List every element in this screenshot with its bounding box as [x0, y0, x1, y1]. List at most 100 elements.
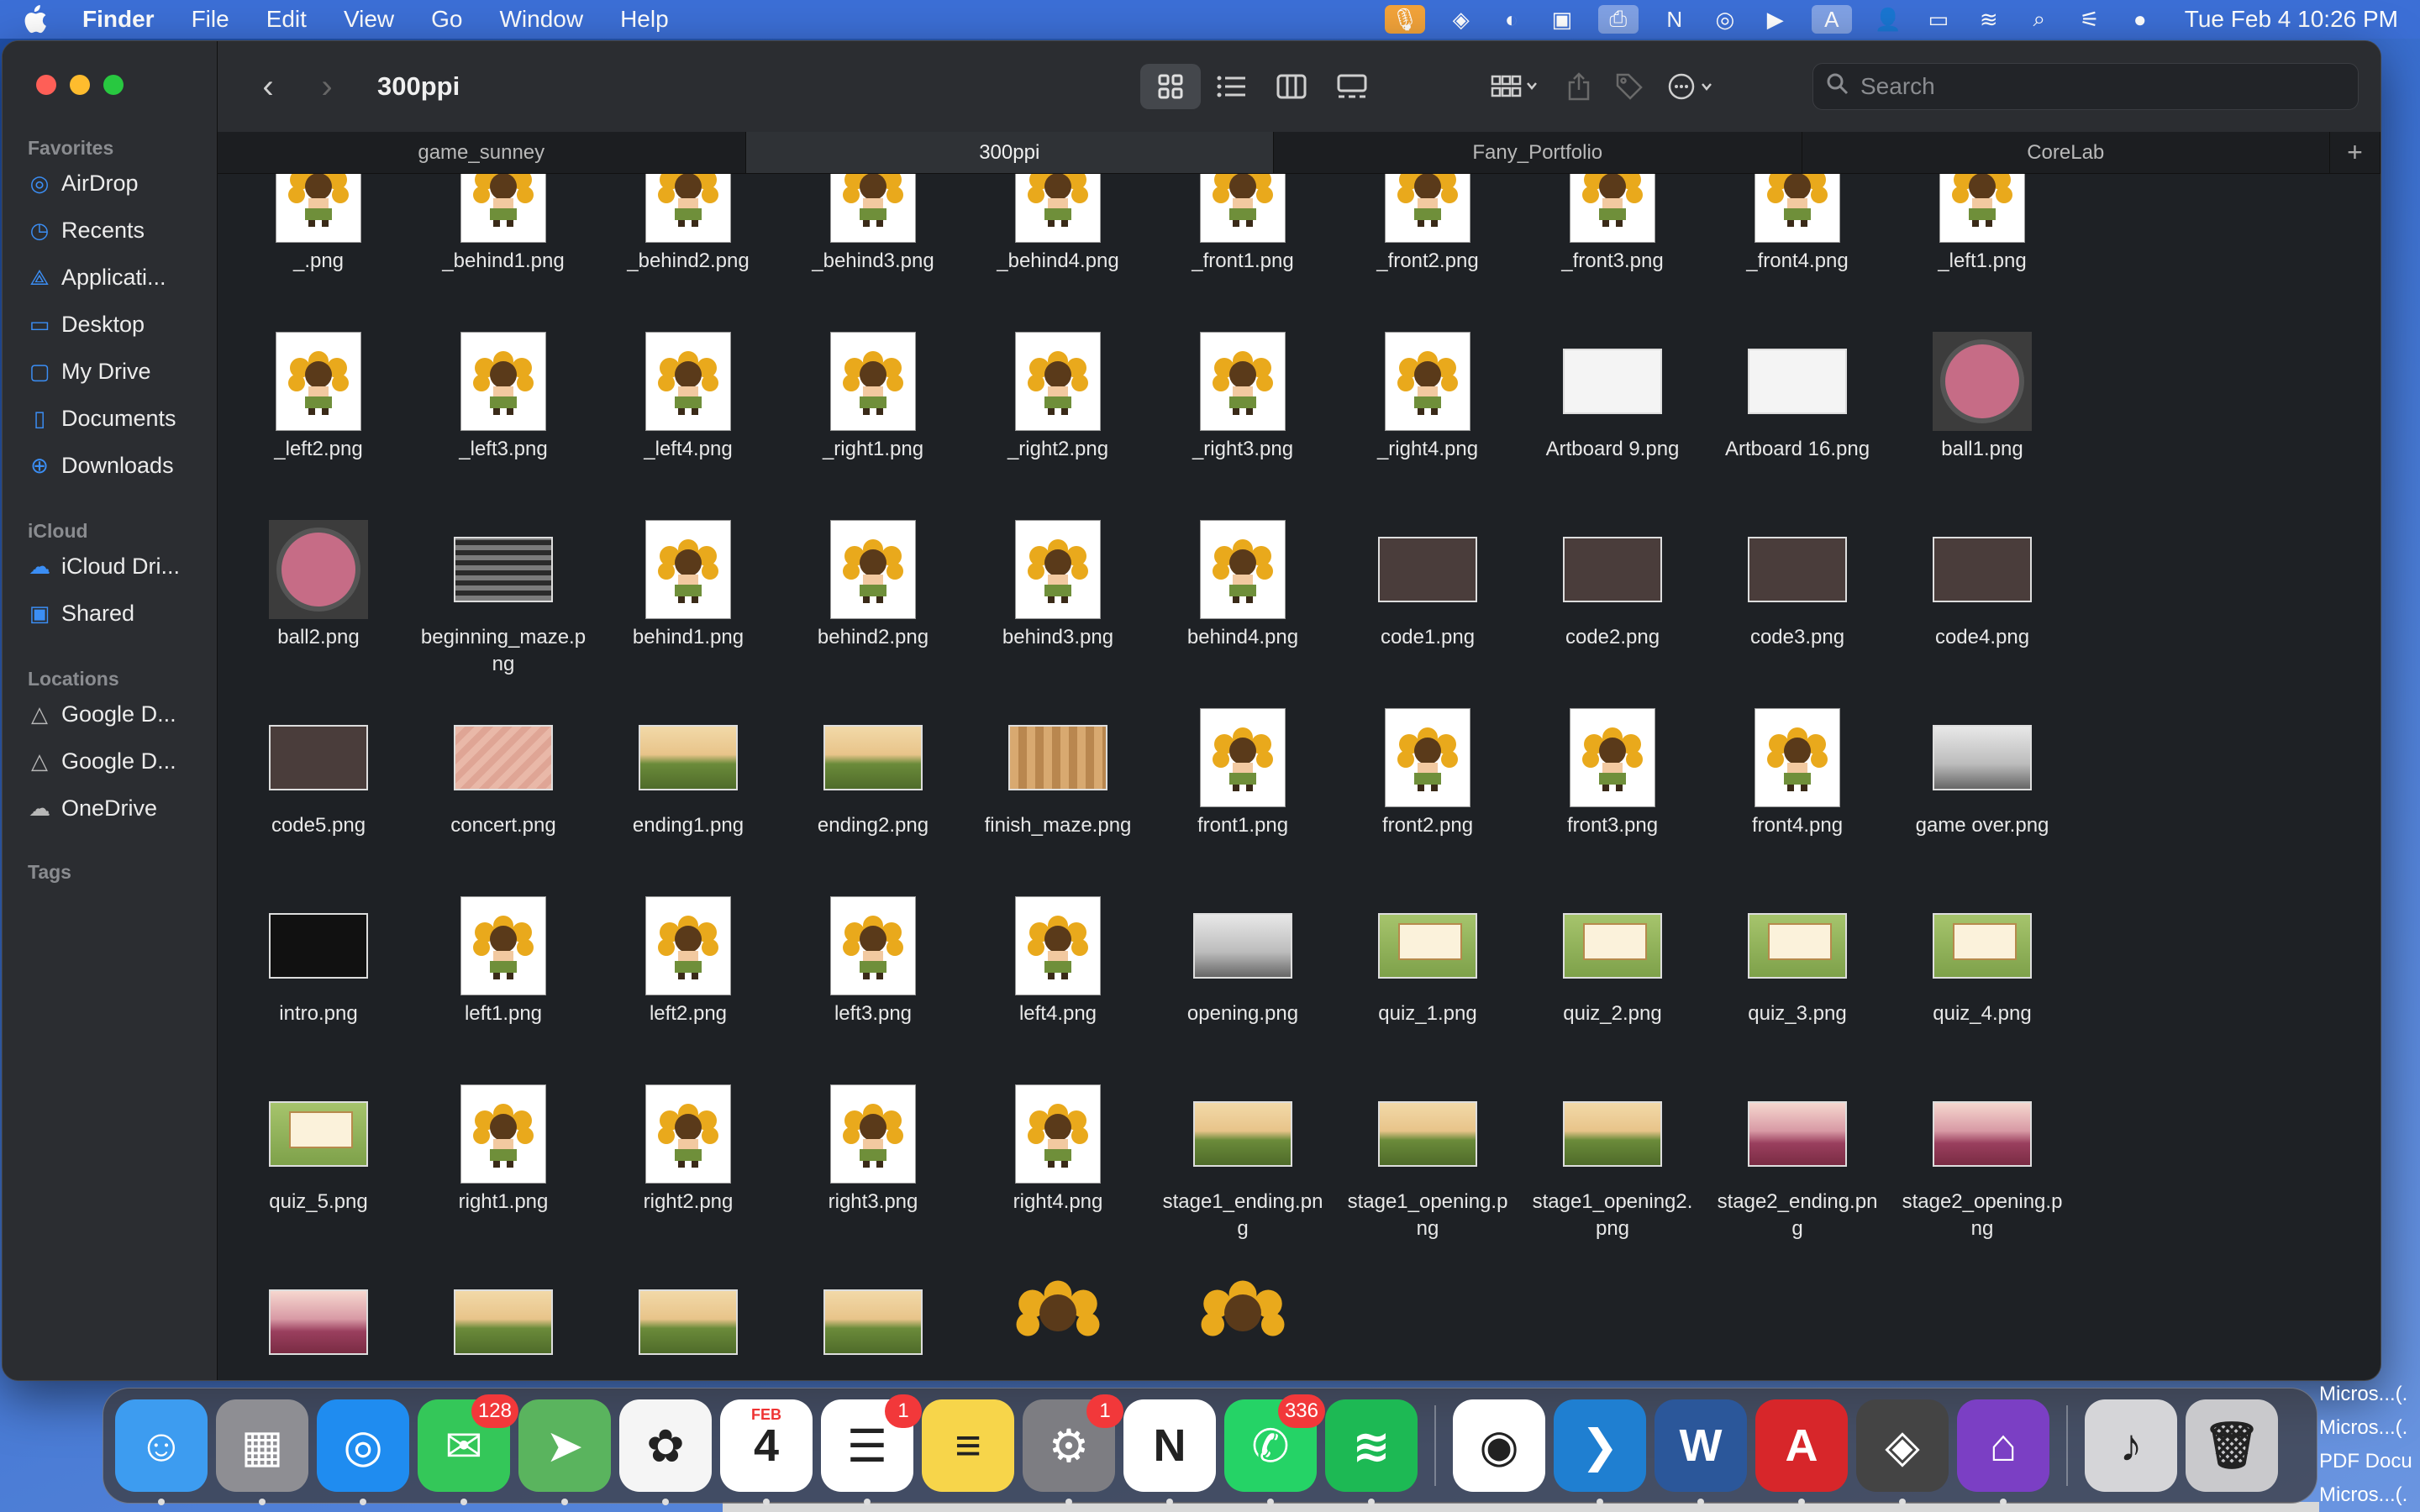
notion-status-icon[interactable]: N	[1660, 5, 1689, 34]
play-icon[interactable]: ▶	[1761, 5, 1790, 34]
file-item[interactable]: code5.png	[234, 703, 402, 891]
file-item[interactable]: _.png	[234, 174, 402, 327]
sidebar-item-icloud-drive[interactable]: ☁ iCloud Dri...	[28, 554, 213, 580]
sidebar-item-downloads[interactable]: ⊕ Downloads	[28, 453, 213, 479]
file-item[interactable]: quiz_5.png	[234, 1079, 402, 1268]
file-item[interactable]: stage1_ending.png	[1159, 1079, 1327, 1268]
file-item[interactable]: right3.png	[789, 1079, 957, 1268]
battery-icon[interactable]: ▭	[1924, 5, 1953, 34]
file-item[interactable]: beginning_maze.png	[419, 515, 587, 703]
file-item[interactable]	[419, 1268, 587, 1380]
file-item[interactable]: left1.png	[419, 891, 587, 1079]
photos-app[interactable]: ✿	[619, 1399, 712, 1505]
sidebar-item-google-drive-1[interactable]: △ Google D...	[28, 701, 213, 727]
sidebar-item-my-drive[interactable]: ▢ My Drive	[28, 359, 213, 385]
file-item[interactable]: _front4.png	[1713, 174, 1881, 327]
whatsapp-app[interactable]: ✆ 336	[1224, 1394, 1325, 1505]
file-item[interactable]: _left3.png	[419, 327, 587, 515]
acrobat-app[interactable]: A	[1755, 1399, 1848, 1505]
tab-300ppi[interactable]: 300ppi	[745, 132, 1274, 173]
messages-app[interactable]: ✉ 128	[418, 1394, 518, 1505]
unity-app[interactable]: ◈	[1856, 1399, 1949, 1505]
tab-fany-portfolio[interactable]: Fany_Portfolio	[1274, 132, 1802, 173]
trash[interactable]: 🗑	[2186, 1399, 2278, 1492]
menu-help[interactable]: Help	[620, 6, 669, 33]
reminders-app[interactable]: ☰ 1	[821, 1394, 922, 1505]
file-item[interactable]: quiz_2.png	[1528, 891, 1697, 1079]
menubar-clock[interactable]: Tue Feb 4 10:26 PM	[2185, 6, 2398, 33]
file-item[interactable]	[1159, 1268, 1327, 1380]
file-item[interactable]: right1.png	[419, 1079, 587, 1268]
file-item[interactable]: behind1.png	[604, 515, 772, 703]
calendar-app[interactable]: 4 FEB	[720, 1399, 813, 1505]
input-source-icon[interactable]: A	[1811, 5, 1852, 34]
launchpad-app[interactable]: ▦	[216, 1399, 308, 1505]
spotlight-search-icon[interactable]: ⌕	[2025, 5, 2054, 34]
file-item[interactable]: Artboard 16.png	[1713, 327, 1881, 515]
word-app[interactable]: W	[1655, 1399, 1747, 1505]
file-item[interactable]: code1.png	[1344, 515, 1512, 703]
group-by-button[interactable]	[1478, 64, 1554, 109]
file-item[interactable]: _right2.png	[974, 327, 1142, 515]
file-item[interactable]: quiz_4.png	[1898, 891, 2066, 1079]
minimize-button[interactable]	[70, 75, 90, 95]
file-item[interactable]: front4.png	[1713, 703, 1881, 891]
sidebar-item-google-drive-2[interactable]: △ Google D...	[28, 748, 213, 774]
file-item[interactable]	[604, 1268, 772, 1380]
microphone-icon[interactable]: 🎙	[1384, 5, 1425, 34]
menu-file[interactable]: File	[192, 6, 229, 33]
file-item[interactable]: _behind1.png	[419, 174, 587, 327]
safari-app[interactable]: ◎	[317, 1399, 409, 1505]
file-item[interactable]: stage1_opening.png	[1344, 1079, 1512, 1268]
unity-status-icon[interactable]: ◈	[1447, 5, 1476, 34]
maps-app[interactable]: ➤	[518, 1399, 611, 1505]
tag-button[interactable]	[1604, 64, 1655, 109]
airdrop-status-icon[interactable]: ◎	[1711, 5, 1739, 34]
sidebar-item-documents[interactable]: ▯ Documents	[28, 406, 213, 432]
desktop-file-label[interactable]: Micros...(.	[2319, 1378, 2420, 1411]
music-folder[interactable]: ♪	[2085, 1399, 2177, 1492]
file-item[interactable]: _behind3.png	[789, 174, 957, 327]
siri-icon[interactable]: ●	[2126, 5, 2154, 34]
file-item[interactable]	[974, 1268, 1142, 1380]
file-item[interactable]: stage1_opening2.png	[1528, 1079, 1697, 1268]
menu-go[interactable]: Go	[431, 6, 462, 33]
finder-app[interactable]: ☺	[115, 1399, 208, 1505]
file-item[interactable]: _right1.png	[789, 327, 957, 515]
notion-app[interactable]: N	[1123, 1399, 1216, 1505]
file-item[interactable]: finish_maze.png	[974, 703, 1142, 891]
file-item[interactable]	[789, 1268, 957, 1380]
tab-game-sunney[interactable]: game_sunney	[218, 132, 746, 173]
file-item[interactable]: ball1.png	[1898, 327, 2066, 515]
file-item[interactable]: _left4.png	[604, 327, 772, 515]
file-item[interactable]: ending1.png	[604, 703, 772, 891]
file-item[interactable]: _front1.png	[1159, 174, 1327, 327]
sidebar-item-recents[interactable]: ◷ Recents	[28, 218, 213, 244]
file-item[interactable]: right2.png	[604, 1079, 772, 1268]
notes-app[interactable]: ≡	[922, 1399, 1014, 1492]
file-item[interactable]: ending2.png	[789, 703, 957, 891]
desktop-file-label[interactable]: Micros...(.	[2319, 1478, 2420, 1512]
file-item[interactable]: quiz_3.png	[1713, 891, 1881, 1079]
column-view-button[interactable]	[1261, 64, 1322, 109]
file-item[interactable]: stage2_opening.png	[1898, 1079, 2066, 1268]
apple-menu-icon[interactable]	[22, 5, 50, 34]
sidebar-item-onedrive[interactable]: ☁ OneDrive	[28, 795, 213, 822]
file-item[interactable]: opening.png	[1159, 891, 1327, 1079]
icon-view-button[interactable]	[1140, 64, 1201, 109]
chrome-app[interactable]: ◉	[1453, 1399, 1545, 1492]
file-item[interactable]: left4.png	[974, 891, 1142, 1079]
file-item[interactable]: _right4.png	[1344, 327, 1512, 515]
file-item[interactable]: front2.png	[1344, 703, 1512, 891]
grammarly-icon[interactable]: ◐	[1497, 5, 1526, 34]
file-item[interactable]: _front2.png	[1344, 174, 1512, 327]
desktop-file-label[interactable]: Micros...(.	[2319, 1411, 2420, 1445]
control-center-icon[interactable]: ⚟	[2075, 5, 2104, 34]
back-button[interactable]: ‹	[251, 68, 285, 105]
sidebar-item-airdrop[interactable]: ◎ AirDrop	[28, 171, 213, 197]
file-item[interactable]: _left1.png	[1898, 174, 2066, 327]
list-view-button[interactable]	[1201, 64, 1261, 109]
system-settings-app[interactable]: ⚙ 1	[1023, 1394, 1123, 1505]
more-actions-button[interactable]	[1655, 64, 1730, 109]
menu-view[interactable]: View	[344, 6, 394, 33]
